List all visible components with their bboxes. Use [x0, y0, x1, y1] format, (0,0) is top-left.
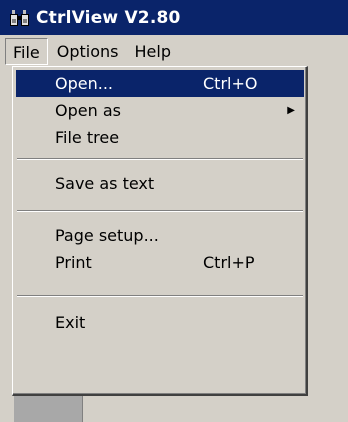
menu-item-exit[interactable]: Exit: [16, 309, 304, 336]
menu-item-print[interactable]: Print Ctrl+P: [16, 249, 304, 276]
title-bar[interactable]: CtrlView V2.80: [0, 0, 348, 35]
menu-item-file-tree-label: File tree: [55, 128, 120, 147]
menu-item-open-as-label: Open as: [55, 101, 121, 120]
menu-bar: File Options Help: [0, 35, 348, 68]
app-window: CtrlView V2.80 File Options Help Open...…: [0, 0, 348, 422]
menu-item-page-setup-label: Page setup...: [55, 226, 159, 245]
file-menu-dropdown: Open... Ctrl+O Open as ▶ File tree Save …: [12, 66, 308, 396]
menu-item-exit-label: Exit: [55, 313, 86, 332]
menu-separator: [17, 158, 303, 160]
menu-help[interactable]: Help: [128, 38, 178, 65]
menu-item-save-as-text[interactable]: Save as text: [16, 170, 304, 197]
window-title: CtrlView V2.80: [36, 7, 181, 28]
menu-item-open[interactable]: Open... Ctrl+O: [16, 70, 304, 97]
menu-item-open-label: Open...: [55, 74, 113, 93]
menu-item-file-tree[interactable]: File tree: [16, 124, 304, 151]
menu-separator: [17, 295, 303, 297]
menu-item-print-shortcut: Ctrl+P: [203, 253, 255, 272]
menu-item-page-setup[interactable]: Page setup...: [16, 222, 304, 249]
menu-item-save-as-text-label: Save as text: [55, 174, 155, 193]
menu-options[interactable]: Options: [50, 38, 126, 65]
menu-separator: [17, 210, 303, 212]
menu-item-open-as[interactable]: Open as ▶: [16, 97, 304, 124]
menu-item-print-label: Print: [55, 253, 92, 272]
menu-item-open-shortcut: Ctrl+O: [203, 74, 258, 93]
submenu-arrow-icon: ▶: [287, 105, 295, 116]
menu-file[interactable]: File: [5, 38, 48, 65]
binoculars-icon: [10, 8, 32, 28]
